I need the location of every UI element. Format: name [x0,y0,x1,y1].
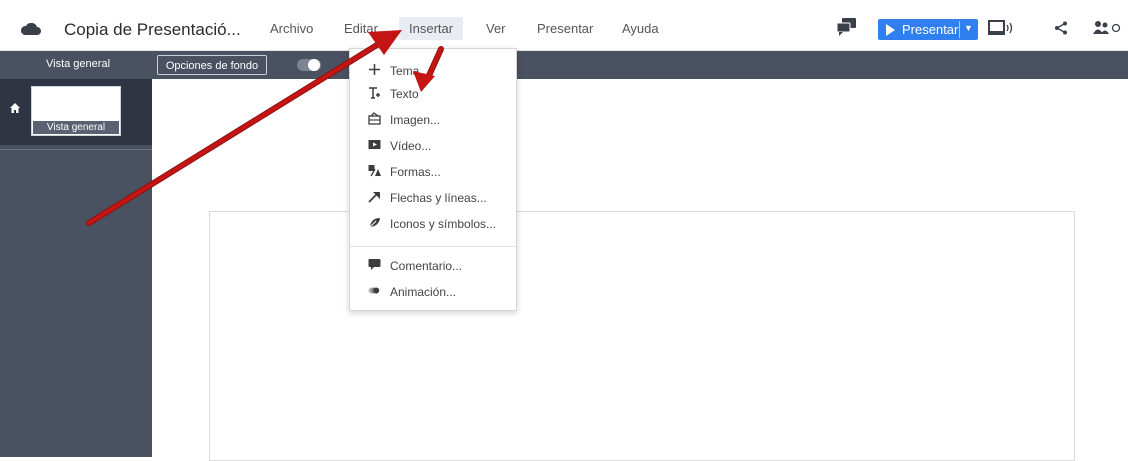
insert-icons-item[interactable]: Iconos y símbolos... [350,212,516,236]
slides-sidebar: Vista general [0,79,152,457]
insert-icons-label: Iconos y símbolos... [390,217,497,231]
menu-archivo[interactable]: Archivo [270,21,313,36]
insert-animation-item[interactable]: Animación... [350,280,516,304]
image-icon [368,112,381,125]
menu-ayuda[interactable]: Ayuda [622,21,659,36]
insert-text-label: Texto [390,87,419,101]
insert-arrows-item[interactable]: Flechas y líneas... [350,186,516,210]
insert-comment-label: Comentario... [390,259,463,273]
insert-theme-label: Tema [390,64,420,78]
overview-label: Vista general [46,58,111,70]
insert-animation-label: Animación... [390,285,457,299]
insert-video-label: Vídeo... [390,139,432,153]
comment-icon [368,259,381,270]
share-icon[interactable] [1054,21,1068,35]
arrow-icon [368,192,380,203]
insert-shapes-label: Formas... [390,165,441,179]
slide-canvas[interactable] [209,211,1075,461]
animation-icon [368,287,380,294]
menu-ver[interactable]: Ver [486,21,506,36]
insert-comment-item[interactable]: Comentario... [350,254,516,278]
insert-dropdown-menu: Tema Texto Imagen... Vídeo... Formas... … [349,48,517,311]
play-icon [886,24,895,36]
chat-icon[interactable] [836,18,858,36]
cast-icon[interactable] [988,20,1014,36]
menu-insertar[interactable]: Insertar [399,17,464,40]
present-divider [959,21,960,38]
insert-shapes-item[interactable]: Formas... [350,160,516,184]
plus-icon [369,64,380,75]
insert-video-item[interactable]: Vídeo... [350,134,516,158]
dropdown-divider [350,246,516,247]
presentation-title[interactable]: Copia de Presentació... [64,20,241,40]
insert-text-item[interactable]: Texto [350,82,516,106]
leaf-icon [368,218,380,229]
slide-thumbnail-label: Vista general [33,121,119,134]
present-button-label: Presentar [902,22,959,37]
slide-thumbnail-item[interactable]: Vista general [0,79,152,145]
insert-image-label: Imagen... [390,113,441,127]
menu-editar[interactable]: Editar [344,21,378,36]
home-icon [10,103,20,113]
menu-presentar[interactable]: Presentar [537,21,593,36]
text-icon [369,87,380,99]
cloud-icon [20,22,41,35]
chevron-down-icon[interactable]: ▼ [964,23,973,33]
shapes-icon [368,165,381,177]
insert-theme-item[interactable]: Tema [350,59,516,83]
background-options-button[interactable]: Opciones de fondo [157,55,267,75]
toolbar: Vista general Opciones de fondo [0,51,1128,79]
insert-arrows-label: Flechas y líneas... [390,191,487,205]
collaborators-icon[interactable] [1092,20,1122,36]
toggle-knob [308,59,320,71]
app-bar: Copia de Presentació... Archivo Editar I… [0,8,1128,51]
animation-toggle[interactable] [297,59,321,71]
insert-image-item[interactable]: Imagen... [350,108,516,132]
sidebar-divider [0,149,152,150]
present-button[interactable]: Presentar ▼ [878,19,978,40]
video-icon [368,140,381,149]
